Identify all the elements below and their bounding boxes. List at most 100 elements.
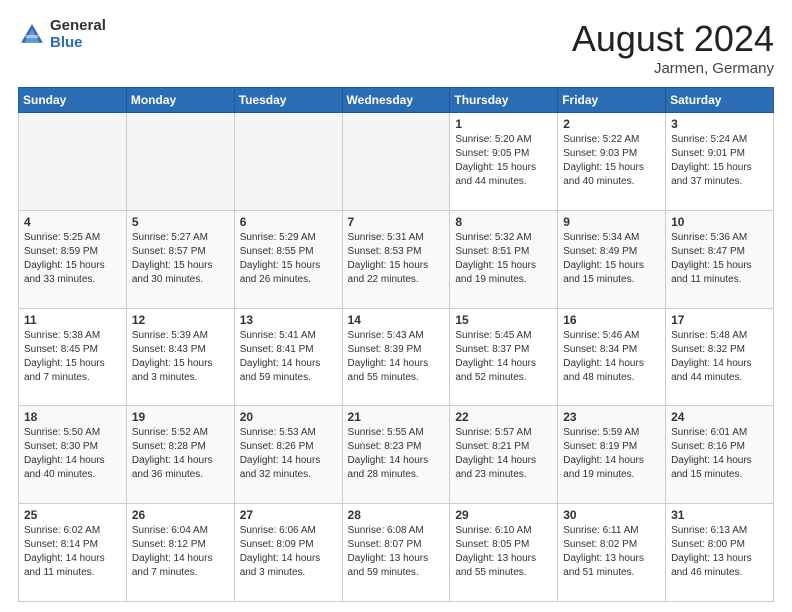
calendar-cell: 3 Sunrise: 5:24 AM Sunset: 9:01 PM Daylig… (666, 113, 774, 211)
logo-text: General Blue (50, 18, 106, 51)
day-info: Sunrise: 5:45 AM Sunset: 8:37 PM Dayligh… (455, 329, 552, 385)
calendar-week-row: 4 Sunrise: 5:25 AM Sunset: 8:59 PM Daylig… (19, 210, 774, 308)
day-number: 3 (671, 117, 768, 131)
day-number: 18 (24, 410, 121, 424)
day-number: 21 (348, 410, 445, 424)
day-info: Sunrise: 5:43 AM Sunset: 8:39 PM Dayligh… (348, 329, 445, 385)
day-number: 29 (455, 508, 552, 522)
calendar-cell: 9 Sunrise: 5:34 AM Sunset: 8:49 PM Daylig… (558, 210, 666, 308)
day-number: 12 (132, 313, 229, 327)
day-info: Sunrise: 5:27 AM Sunset: 8:57 PM Dayligh… (132, 231, 229, 287)
day-info: Sunrise: 5:46 AM Sunset: 8:34 PM Dayligh… (563, 329, 660, 385)
day-info: Sunrise: 5:41 AM Sunset: 8:41 PM Dayligh… (240, 329, 337, 385)
day-number: 11 (24, 313, 121, 327)
calendar-table: SundayMondayTuesdayWednesdayThursdayFrid… (18, 87, 774, 602)
day-number: 22 (455, 410, 552, 424)
calendar-cell: 26 Sunrise: 6:04 AM Sunset: 8:12 PM Dayli… (126, 504, 234, 602)
day-number: 5 (132, 215, 229, 229)
day-number: 27 (240, 508, 337, 522)
calendar-cell: 28 Sunrise: 6:08 AM Sunset: 8:07 PM Dayli… (342, 504, 450, 602)
day-number: 31 (671, 508, 768, 522)
day-number: 20 (240, 410, 337, 424)
day-info: Sunrise: 5:34 AM Sunset: 8:49 PM Dayligh… (563, 231, 660, 287)
weekday-header-wednesday: Wednesday (342, 88, 450, 113)
calendar-cell: 27 Sunrise: 6:06 AM Sunset: 8:09 PM Dayli… (234, 504, 342, 602)
weekday-header-friday: Friday (558, 88, 666, 113)
day-info: Sunrise: 5:36 AM Sunset: 8:47 PM Dayligh… (671, 231, 768, 287)
day-number: 14 (348, 313, 445, 327)
title-block: August 2024 Jarmen, Germany (572, 18, 774, 77)
calendar-cell: 17 Sunrise: 5:48 AM Sunset: 8:32 PM Dayli… (666, 308, 774, 406)
calendar-cell: 11 Sunrise: 5:38 AM Sunset: 8:45 PM Dayli… (19, 308, 127, 406)
day-info: Sunrise: 5:38 AM Sunset: 8:45 PM Dayligh… (24, 329, 121, 385)
day-info: Sunrise: 5:25 AM Sunset: 8:59 PM Dayligh… (24, 231, 121, 287)
calendar-cell (234, 113, 342, 211)
day-info: Sunrise: 6:13 AM Sunset: 8:00 PM Dayligh… (671, 524, 768, 580)
calendar-cell: 20 Sunrise: 5:53 AM Sunset: 8:26 PM Dayli… (234, 406, 342, 504)
logo-blue-text: Blue (50, 35, 106, 52)
weekday-header-monday: Monday (126, 88, 234, 113)
calendar-cell: 4 Sunrise: 5:25 AM Sunset: 8:59 PM Daylig… (19, 210, 127, 308)
calendar-week-row: 25Sunrise: 6:02 AM Sunset: 8:14 PM Dayli… (19, 504, 774, 602)
calendar-cell: 7Sunrise: 5:31 AM Sunset: 8:53 PM Daylig… (342, 210, 450, 308)
calendar-week-row: 11 Sunrise: 5:38 AM Sunset: 8:45 PM Dayli… (19, 308, 774, 406)
day-info: Sunrise: 5:39 AM Sunset: 8:43 PM Dayligh… (132, 329, 229, 385)
weekday-header-tuesday: Tuesday (234, 88, 342, 113)
day-number: 17 (671, 313, 768, 327)
day-info: Sunrise: 6:11 AM Sunset: 8:02 PM Dayligh… (563, 524, 660, 580)
day-info: Sunrise: 6:01 AM Sunset: 8:16 PM Dayligh… (671, 426, 768, 482)
day-number: 13 (240, 313, 337, 327)
day-info: Sunrise: 6:10 AM Sunset: 8:05 PM Dayligh… (455, 524, 552, 580)
day-info: Sunrise: 5:50 AM Sunset: 8:30 PM Dayligh… (24, 426, 121, 482)
day-info: Sunrise: 5:48 AM Sunset: 8:32 PM Dayligh… (671, 329, 768, 385)
calendar-cell: 2 Sunrise: 5:22 AM Sunset: 9:03 PM Daylig… (558, 113, 666, 211)
header: General Blue August 2024 Jarmen, Germany (18, 18, 774, 77)
day-info: Sunrise: 6:04 AM Sunset: 8:12 PM Dayligh… (132, 524, 229, 580)
calendar-cell: 18 Sunrise: 5:50 AM Sunset: 8:30 PM Dayli… (19, 406, 127, 504)
day-number: 26 (132, 508, 229, 522)
calendar-cell: 8Sunrise: 5:32 AM Sunset: 8:51 PM Daylig… (450, 210, 558, 308)
calendar-cell: 23Sunrise: 5:59 AM Sunset: 8:19 PM Dayli… (558, 406, 666, 504)
calendar-cell: 24 Sunrise: 6:01 AM Sunset: 8:16 PM Dayli… (666, 406, 774, 504)
day-info: Sunrise: 5:24 AM Sunset: 9:01 PM Dayligh… (671, 133, 768, 189)
day-number: 30 (563, 508, 660, 522)
calendar-cell: 10 Sunrise: 5:36 AM Sunset: 8:47 PM Dayli… (666, 210, 774, 308)
weekday-header-saturday: Saturday (666, 88, 774, 113)
weekday-header-sunday: Sunday (19, 88, 127, 113)
day-number: 4 (24, 215, 121, 229)
calendar-cell: 6Sunrise: 5:29 AM Sunset: 8:55 PM Daylig… (234, 210, 342, 308)
weekday-header-thursday: Thursday (450, 88, 558, 113)
day-info: Sunrise: 6:06 AM Sunset: 8:09 PM Dayligh… (240, 524, 337, 580)
day-number: 28 (348, 508, 445, 522)
day-info: Sunrise: 6:02 AM Sunset: 8:14 PM Dayligh… (24, 524, 121, 580)
day-number: 19 (132, 410, 229, 424)
day-info: Sunrise: 5:52 AM Sunset: 8:28 PM Dayligh… (132, 426, 229, 482)
day-info: Sunrise: 5:20 AM Sunset: 9:05 PM Dayligh… (455, 133, 552, 189)
calendar-cell: 22 Sunrise: 5:57 AM Sunset: 8:21 PM Dayli… (450, 406, 558, 504)
logo-general-text: General (50, 18, 106, 35)
location: Jarmen, Germany (572, 60, 774, 77)
day-info: Sunrise: 5:55 AM Sunset: 8:23 PM Dayligh… (348, 426, 445, 482)
day-number: 16 (563, 313, 660, 327)
day-info: Sunrise: 6:08 AM Sunset: 8:07 PM Dayligh… (348, 524, 445, 580)
logo-icon (18, 21, 46, 49)
calendar-cell: 5 Sunrise: 5:27 AM Sunset: 8:57 PM Daylig… (126, 210, 234, 308)
month-title: August 2024 (572, 18, 774, 60)
day-number: 10 (671, 215, 768, 229)
calendar-cell (19, 113, 127, 211)
day-info: Sunrise: 5:22 AM Sunset: 9:03 PM Dayligh… (563, 133, 660, 189)
logo: General Blue (18, 18, 106, 51)
calendar-cell: 31 Sunrise: 6:13 AM Sunset: 8:00 PM Dayli… (666, 504, 774, 602)
calendar-cell (342, 113, 450, 211)
day-number: 2 (563, 117, 660, 131)
day-number: 9 (563, 215, 660, 229)
day-number: 7 (348, 215, 445, 229)
calendar-cell: 30 Sunrise: 6:11 AM Sunset: 8:02 PM Dayli… (558, 504, 666, 602)
day-number: 8 (455, 215, 552, 229)
day-info: Sunrise: 5:53 AM Sunset: 8:26 PM Dayligh… (240, 426, 337, 482)
day-number: 24 (671, 410, 768, 424)
calendar-week-row: 18 Sunrise: 5:50 AM Sunset: 8:30 PM Dayli… (19, 406, 774, 504)
calendar-cell: 13 Sunrise: 5:41 AM Sunset: 8:41 PM Dayli… (234, 308, 342, 406)
calendar-cell: 12 Sunrise: 5:39 AM Sunset: 8:43 PM Dayli… (126, 308, 234, 406)
day-info: Sunrise: 5:57 AM Sunset: 8:21 PM Dayligh… (455, 426, 552, 482)
